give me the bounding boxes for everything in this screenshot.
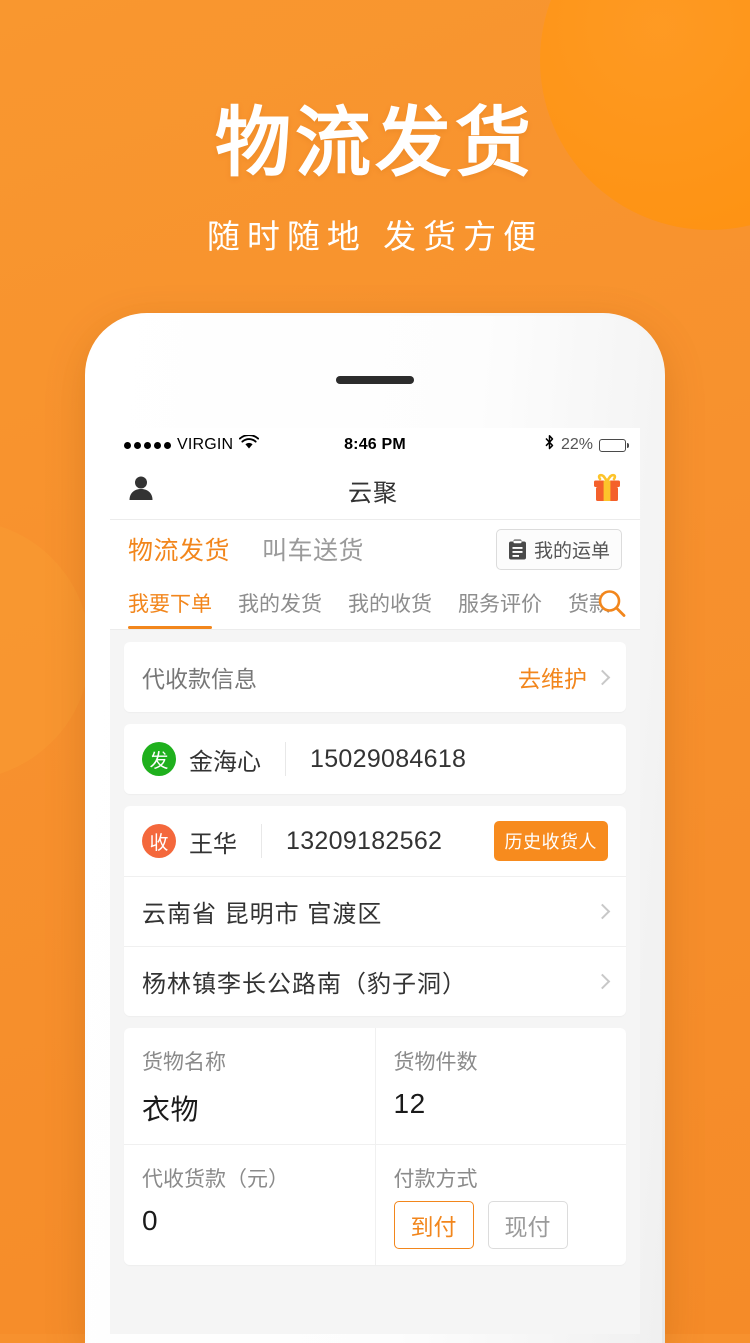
battery-icon — [599, 438, 629, 452]
receiver-address-row[interactable]: 杨林镇李长公路南（豹子洞） — [124, 946, 626, 1016]
my-waybill-button[interactable]: 我的运单 — [495, 528, 622, 570]
divider — [261, 824, 262, 858]
chevron-right-icon — [594, 973, 611, 990]
cod-info-label: 代收款信息 — [142, 666, 257, 692]
goods-count-field[interactable]: 货物件数 12 — [374, 1028, 627, 1144]
app-header: 云聚 — [110, 462, 640, 520]
goods-name-label: 货物名称 — [142, 1051, 226, 1074]
status-bar-right: 22% — [544, 434, 629, 456]
payment-option-on-delivery[interactable]: 到付 — [393, 1201, 474, 1249]
tab-place-order[interactable]: 我要下单 — [128, 588, 212, 629]
phone-screen: VIRGIN 8:46 PM 22% 云聚 物流发货 叫车送货 我的运单 我要下… — [110, 428, 640, 1334]
payment-method-field: 付款方式 到付 现付 — [374, 1145, 627, 1265]
mode-tab-logistics[interactable]: 物流发货 — [128, 531, 230, 567]
payment-options: 到付 现付 — [393, 1201, 609, 1249]
mode-row: 物流发货 叫车送货 我的运单 — [110, 520, 640, 578]
cod-amount-field[interactable]: 代收货款（元） 0 — [124, 1145, 375, 1265]
gift-icon[interactable] — [590, 471, 624, 510]
cod-maintain-link[interactable]: 去维护 — [518, 660, 587, 694]
sender-name: 金海心 — [189, 748, 261, 776]
goods-name-value: 衣物 — [142, 1094, 200, 1125]
payment-option-prepaid[interactable]: 现付 — [487, 1201, 568, 1249]
sender-card[interactable]: 发 金海心 15029084618 — [124, 724, 626, 794]
goods-card: 货物名称 衣物 货物件数 12 代收货款（元） 0 付款方式 到付 现付 — [124, 1028, 626, 1265]
goods-name-field[interactable]: 货物名称 衣物 — [124, 1028, 375, 1144]
divider — [285, 742, 286, 776]
payment-method-label: 付款方式 — [393, 1168, 478, 1191]
bluetooth-icon — [544, 434, 555, 456]
cod-info-row[interactable]: 代收款信息 去维护 — [124, 642, 626, 712]
status-bar: VIRGIN 8:46 PM 22% — [110, 428, 640, 462]
receiver-row[interactable]: 收 王华 13209182562 历史收货人 — [124, 806, 626, 876]
promo-subtitle: 随时随地 发货方便 — [206, 217, 544, 255]
clipboard-icon — [508, 539, 527, 560]
tab-my-receipts[interactable]: 我的收货 — [348, 588, 432, 620]
chevron-right-icon — [594, 669, 611, 685]
decorative-circle-left — [0, 520, 90, 780]
person-icon[interactable] — [126, 473, 156, 508]
cod-amount-label: 代收货款（元） — [142, 1168, 289, 1191]
goods-row-2: 代收货款（元） 0 付款方式 到付 现付 — [124, 1144, 626, 1265]
tab-service-review[interactable]: 服务评价 — [458, 588, 542, 620]
sender-phone: 15029084618 — [310, 744, 467, 773]
sender-row[interactable]: 发 金海心 15029084618 — [124, 724, 626, 794]
cod-info-card[interactable]: 代收款信息 去维护 — [124, 642, 626, 712]
order-form-content: 代收款信息 去维护 发 金海心 15029084618 收 王华 1320918… — [110, 630, 640, 1334]
receiver-card[interactable]: 收 王华 13209182562 历史收货人 云南省 昆明市 官渡区 杨林镇李长… — [124, 806, 626, 1016]
receiver-name: 王华 — [189, 830, 237, 858]
sender-badge-icon: 发 — [142, 742, 176, 776]
goods-count-value: 12 — [393, 1088, 426, 1119]
receiver-region-row[interactable]: 云南省 昆明市 官渡区 — [124, 876, 626, 946]
earpiece-speaker — [336, 376, 414, 384]
history-receiver-button[interactable]: 历史收货人 — [493, 821, 608, 861]
tab-my-shipments[interactable]: 我的发货 — [238, 588, 322, 620]
my-waybill-label: 我的运单 — [533, 540, 610, 562]
goods-count-label: 货物件数 — [393, 1051, 478, 1074]
cod-amount-value: 0 — [142, 1205, 159, 1236]
receiver-detail-address: 杨林镇李长公路南（豹子洞） — [142, 971, 467, 998]
promo-text-block: 物流发货 随时随地 发货方便 — [0, 104, 750, 258]
goods-row-1: 货物名称 衣物 货物件数 12 — [124, 1028, 626, 1144]
search-icon[interactable] — [594, 586, 630, 622]
mode-tab-call-vehicle[interactable]: 叫车送货 — [262, 531, 364, 567]
page-title: 云聚 — [348, 480, 398, 507]
receiver-phone: 13209182562 — [286, 826, 443, 855]
promo-title: 物流发货 — [215, 101, 535, 186]
tab-bar: 我要下单 我的发货 我的收货 服务评价 货款 — [110, 578, 640, 630]
battery-percentage: 22% — [560, 436, 593, 453]
receiver-region: 云南省 昆明市 官渡区 — [142, 901, 383, 928]
chevron-right-icon — [594, 903, 611, 920]
receiver-badge-icon: 收 — [142, 824, 176, 858]
